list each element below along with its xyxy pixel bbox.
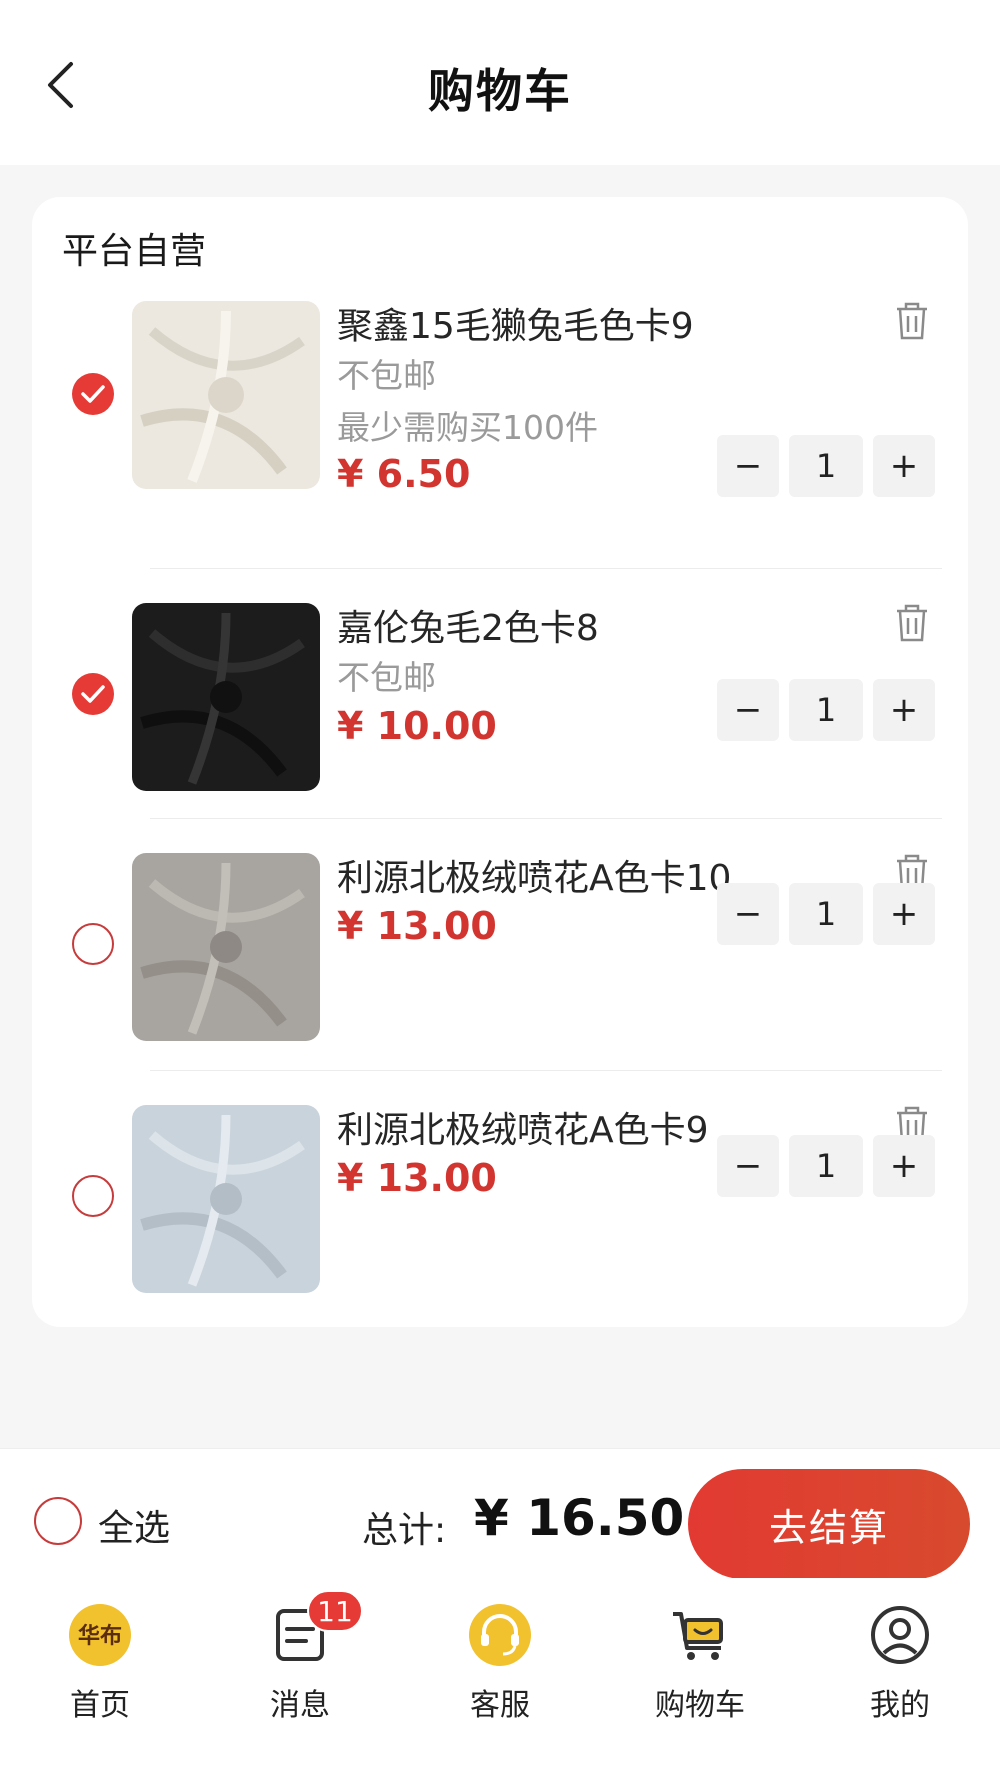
shipping-note: 不包邮	[337, 356, 436, 395]
delete-button[interactable]	[894, 603, 930, 643]
increase-button[interactable]: +	[873, 435, 935, 497]
cart-card: 平台自营 聚鑫15毛獭兔毛色卡9 不包邮 最少需购买100件 ¥ 6.50 − …	[32, 197, 968, 1327]
quantity-value[interactable]: 1	[789, 883, 863, 945]
decrease-button[interactable]: −	[717, 1135, 779, 1197]
cart-icon	[665, 1600, 735, 1670]
total-value: ¥ 16.50	[474, 1489, 685, 1547]
delete-button[interactable]	[894, 301, 930, 341]
quantity-value[interactable]: 1	[789, 1135, 863, 1197]
quantity-stepper: − 1 +	[717, 1135, 935, 1197]
increase-button[interactable]: +	[873, 883, 935, 945]
product-image[interactable]	[132, 603, 320, 791]
cart-item: 嘉伦兔毛2色卡8 不包邮 ¥ 10.00 − 1 +	[32, 569, 968, 817]
tab-messages[interactable]: 11 消息	[230, 1590, 370, 1724]
product-title: 嘉伦兔毛2色卡8	[337, 608, 599, 649]
tab-cart[interactable]: 购物车	[630, 1600, 770, 1724]
select-all-label[interactable]: 全选	[98, 1499, 170, 1551]
quantity-stepper: − 1 +	[717, 883, 935, 945]
quantity-value[interactable]: 1	[789, 435, 863, 497]
cart-item: 利源北极绒喷花A色卡9 ¥ 13.00 − 1 +	[32, 1071, 968, 1321]
cart-item: 利源北极绒喷花A色卡10 ¥ 13.00 − 1 +	[32, 819, 968, 1069]
tab-customer-service[interactable]: 客服	[430, 1600, 570, 1724]
select-all-checkbox[interactable]	[34, 1497, 82, 1545]
product-price: ¥ 13.00	[337, 1156, 497, 1200]
product-image[interactable]	[132, 301, 320, 489]
checkout-button[interactable]: 去结算	[688, 1469, 970, 1579]
decrease-button[interactable]: −	[717, 679, 779, 741]
product-title: 聚鑫15毛獭兔毛色卡9	[337, 306, 694, 347]
unread-badge: 11	[307, 1590, 363, 1632]
product-price: ¥ 6.50	[337, 452, 471, 496]
total-label: 总计:	[362, 1510, 447, 1551]
tab-label: 首页	[70, 1688, 130, 1723]
tab-label: 客服	[470, 1688, 530, 1723]
tab-bar: 华布 首页 11 消息 客服 购物车 我的	[0, 1578, 1000, 1778]
increase-button[interactable]: +	[873, 679, 935, 741]
header: 购物车	[0, 0, 1000, 165]
page-title: 购物车	[428, 64, 572, 118]
profile-icon	[865, 1600, 935, 1670]
cart-item: 聚鑫15毛獭兔毛色卡9 不包邮 最少需购买100件 ¥ 6.50 − 1 +	[32, 267, 968, 537]
home-logo-icon: 华布	[65, 1600, 135, 1670]
checkmark-icon	[81, 385, 105, 403]
message-icon: 11	[265, 1590, 363, 1670]
quantity-stepper: − 1 +	[717, 435, 935, 497]
tab-profile[interactable]: 我的	[830, 1600, 970, 1724]
trash-icon	[897, 604, 927, 642]
item-checkbox[interactable]	[72, 673, 114, 715]
product-price: ¥ 10.00	[337, 704, 497, 748]
product-price: ¥ 13.00	[337, 904, 497, 948]
product-title: 利源北极绒喷花A色卡10	[337, 858, 732, 899]
tab-label: 购物车	[655, 1688, 745, 1723]
shipping-note: 不包邮	[337, 658, 436, 697]
item-checkbox[interactable]	[72, 1175, 114, 1217]
checkmark-icon	[81, 685, 105, 703]
quantity-stepper: − 1 +	[717, 679, 935, 741]
item-checkbox[interactable]	[72, 373, 114, 415]
checkout-bar: 全选 总计: ¥ 16.50 去结算	[0, 1448, 1000, 1579]
quantity-value[interactable]: 1	[789, 679, 863, 741]
tab-label: 我的	[870, 1688, 930, 1723]
customer-service-icon	[465, 1600, 535, 1670]
min-order-note: 最少需购买100件	[337, 408, 598, 447]
item-checkbox[interactable]	[72, 923, 114, 965]
product-title: 利源北极绒喷花A色卡9	[337, 1110, 709, 1151]
product-image[interactable]	[132, 1105, 320, 1293]
decrease-button[interactable]: −	[717, 435, 779, 497]
home-logo-text: 华布	[78, 1623, 122, 1649]
tab-label: 消息	[270, 1688, 330, 1723]
trash-icon	[897, 302, 927, 340]
product-image[interactable]	[132, 853, 320, 1041]
decrease-button[interactable]: −	[717, 883, 779, 945]
increase-button[interactable]: +	[873, 1135, 935, 1197]
tab-home[interactable]: 华布 首页	[30, 1600, 170, 1724]
